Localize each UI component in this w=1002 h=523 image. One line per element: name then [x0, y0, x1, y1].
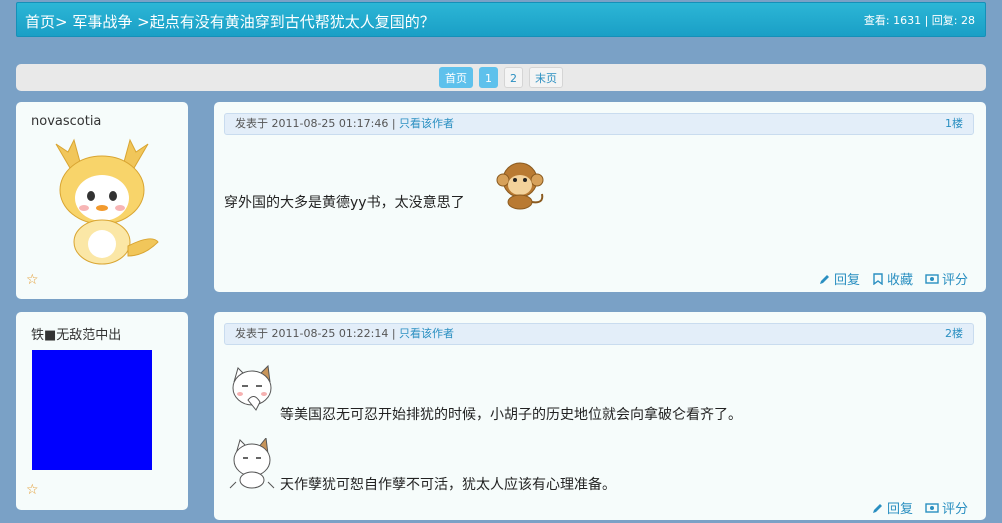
post-date: 发表于 2011-08-25 01:17:46 |	[235, 117, 396, 130]
money-icon	[925, 502, 939, 513]
post-actions: 回复 评分	[872, 498, 968, 517]
bookmark-icon	[873, 272, 883, 285]
floor-number[interactable]: 2楼	[945, 324, 963, 344]
star-icon: ☆	[26, 482, 39, 498]
post-actions: 回复 收藏 评分	[819, 269, 968, 288]
post-card: 发表于 2011-08-25 01:22:14 | 只看该作者 2楼 等美国忍无…	[214, 312, 986, 520]
money-icon	[925, 273, 939, 284]
user-card: novascotia ☆	[16, 102, 188, 299]
favorite-button[interactable]: 收藏	[872, 269, 913, 288]
pencil-icon	[819, 274, 829, 284]
avatar[interactable]	[40, 138, 162, 266]
favorite-label: 收藏	[886, 273, 913, 288]
cat-thinking-emoticon	[232, 364, 272, 411]
post-text: 天作孽犹可恕自作孽不可活，犹太人应该有心理准备。	[280, 477, 616, 493]
first-page-button[interactable]: 首页	[439, 67, 473, 88]
post-card: 发表于 2011-08-25 01:17:46 | 只看该作者 1楼 穿外国的大…	[214, 102, 986, 292]
post-meta: 发表于 2011-08-25 01:22:14 | 只看该作者 2楼	[224, 323, 974, 345]
reply-button[interactable]: 回复	[819, 269, 860, 288]
reply-label: 回复	[833, 273, 860, 288]
last-page-button[interactable]: 末页	[529, 67, 563, 88]
reply-label: 回复	[886, 502, 913, 517]
pencil-icon	[872, 503, 882, 513]
reply-button[interactable]: 回复	[872, 498, 913, 517]
user-card: 铁■无敌范中出 ☆	[16, 312, 188, 510]
post-content: 穿外国的大多是黄德yy书，太没意思了	[224, 160, 964, 211]
username[interactable]: novascotia	[31, 114, 101, 129]
post-content: 等美国忍无可忍开始排犹的时候，小胡子的历史地位就会向拿破仑看齐了。 天作孽犹可恕…	[224, 364, 964, 494]
avatar[interactable]	[32, 350, 152, 470]
thread-header: 首页> 军事战争 >起点有没有黄油穿到古代帮犹太人复国的？ 查看: 1631 |…	[16, 2, 986, 37]
rate-label: 评分	[941, 502, 968, 517]
only-this-author-link[interactable]: 只看该作者	[399, 327, 454, 340]
breadcrumb: 首页> 军事战争 >起点有没有黄油穿到古代帮犹太人复国的？	[25, 11, 435, 32]
breadcrumb-home-link[interactable]: 首页	[25, 13, 55, 31]
monkey-emoticon	[496, 162, 544, 210]
breadcrumb-separator: >	[55, 13, 68, 31]
pagination: 首页 1 2 末页	[16, 64, 986, 91]
breadcrumb-separator: >	[137, 13, 150, 31]
post-date: 发表于 2011-08-25 01:22:14 |	[235, 327, 396, 340]
post-text: 等美国忍无可忍开始排犹的时候，小胡子的历史地位就会向拿破仑看齐了。	[280, 407, 742, 423]
rate-button[interactable]: 评分	[925, 269, 968, 288]
page-1-button[interactable]: 1	[479, 67, 498, 88]
only-this-author-link[interactable]: 只看该作者	[399, 117, 454, 130]
thread-title: 起点有没有黄油穿到古代帮犹太人复国的？	[149, 13, 435, 31]
thread-stats: 查看: 1631 | 回复: 28	[863, 14, 975, 27]
rate-button[interactable]: 评分	[925, 498, 968, 517]
post-text: 穿外国的大多是黄德yy书，太没意思了	[224, 195, 465, 211]
username[interactable]: 铁■无敌范中出	[31, 324, 121, 343]
star-icon: ☆	[26, 272, 39, 288]
floor-number[interactable]: 1楼	[945, 114, 963, 134]
rate-label: 评分	[941, 273, 968, 288]
page-2-button[interactable]: 2	[504, 67, 523, 88]
post-meta: 发表于 2011-08-25 01:17:46 | 只看该作者 1楼	[224, 113, 974, 135]
breadcrumb-category-link[interactable]: 军事战争	[72, 13, 132, 31]
cat-waving-emoticon	[229, 438, 275, 489]
